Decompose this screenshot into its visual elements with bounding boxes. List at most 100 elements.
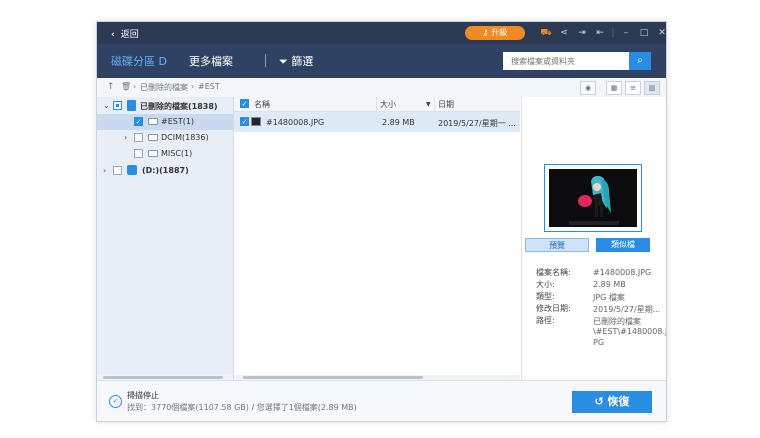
window-controls: ⛟ ⋖ ⇥ ⇤ | – □ ✕ — [537, 26, 666, 40]
tree-checkbox[interactable] — [113, 101, 122, 110]
nav-divider — [265, 54, 266, 67]
tree-label: 已刪除的檔案(1838) — [140, 102, 218, 111]
chevron-left-icon: ‹ — [111, 30, 115, 40]
info-label-name: 檔案名稱: — [536, 268, 571, 277]
tab-disk-partition[interactable]: 磁碟分區 D — [111, 53, 167, 69]
row-name: #1480008.JPG — [266, 118, 325, 127]
info-value-name: #1480008.JPG — [593, 268, 652, 277]
tab-more-files[interactable]: 更多檔案 — [189, 53, 233, 69]
folder-icon — [148, 150, 158, 157]
tree-checkbox[interactable] — [134, 133, 143, 142]
minimize-icon[interactable]: – — [617, 26, 635, 40]
export-icon[interactable]: ⇤ — [591, 26, 609, 40]
status-footer: ✓ 掃描停止 找到：3770個檔案(1107.58 GB) / 您選擇了1個檔案… — [97, 380, 666, 421]
close-icon[interactable]: ✕ — [653, 26, 666, 40]
tree-item-drive-d[interactable]: › (D:)(1887) — [97, 163, 233, 179]
recover-button[interactable]: ↺ 恢復 — [572, 391, 652, 413]
filter-label: 篩選 — [291, 55, 314, 68]
tree-item-dcim[interactable]: › DCIM(1836) — [97, 130, 233, 146]
column-size[interactable]: 大小 — [380, 99, 396, 110]
tree-checkbox[interactable]: ✓ — [134, 117, 143, 126]
info-label-size: 大小: — [536, 280, 555, 289]
tree-item-est[interactable]: ✓ #EST(1) — [97, 114, 233, 130]
info-value-path-2: \#EST\#1480008.J — [593, 327, 667, 336]
list-header: ✓ 名稱 大小 ▼ 日期 — [234, 97, 520, 112]
maximize-icon[interactable]: □ — [635, 26, 653, 40]
select-all-checkbox[interactable]: ✓ — [240, 99, 249, 108]
similar-files-button[interactable]: 類似檔 — [596, 238, 650, 252]
list-scrollbar-thumb[interactable] — [243, 376, 423, 379]
scan-summary: 找到：3770個檔案(1107.58 GB) / 您選擇了1個檔案(2.89 M… — [127, 403, 357, 412]
detail-view-icon[interactable]: ▥ — [644, 81, 660, 95]
folder-icon — [148, 118, 158, 125]
nav-bar: 磁碟分區 D 更多檔案 ⏷ 篩選 ⌕ — [97, 44, 666, 78]
view-switcher: ◉ ▦ ≡ ▥ — [577, 81, 660, 95]
list-view-icon[interactable]: ≡ — [625, 81, 641, 95]
breadcrumb: ↑ 🗑 › 已刪除的檔案 › #EST ◉ ▦ ≡ ▥ — [97, 78, 666, 98]
info-label-path: 路徑: — [536, 316, 555, 325]
tree-label: #EST(1) — [161, 117, 195, 126]
trash-small-icon: 🗑 — [121, 82, 132, 91]
trash-icon — [127, 100, 136, 111]
preview-thumbnail[interactable] — [544, 164, 642, 232]
eye-icon[interactable]: ◉ — [580, 81, 596, 95]
upgrade-label: 升級 — [491, 28, 508, 37]
column-name[interactable]: 名稱 — [254, 99, 270, 110]
scan-status: 掃描停止 — [127, 391, 159, 400]
back-button[interactable]: ‹ 返回 — [111, 27, 139, 40]
row-date: 2019/5/27/星期一 ... — [438, 119, 516, 128]
up-arrow-icon[interactable]: ↑ — [107, 82, 115, 92]
column-divider — [376, 97, 377, 111]
search-icon: ⌕ — [637, 55, 643, 66]
drive-icon — [127, 165, 137, 175]
back-label: 返回 — [120, 30, 139, 40]
info-value-path-1: 已刪除的檔案 — [593, 317, 641, 326]
cart-icon[interactable]: ⛟ — [537, 26, 555, 40]
tree-label: (D:)(1887) — [142, 166, 189, 175]
app-window: ‹ 返回 ⚷ 升級 ⛟ ⋖ ⇥ ⇤ | – □ ✕ 磁碟分區 D 更多檔案 ⏷ 篩… — [96, 21, 667, 422]
column-divider — [434, 97, 435, 111]
info-label-modified: 修改日期: — [536, 304, 571, 313]
breadcrumb-deleted[interactable]: 已刪除的檔案 — [140, 82, 188, 93]
tree-item-misc[interactable]: MISC(1) — [97, 146, 233, 162]
preview-panel: 預覽 類似檔 檔案名稱: #1480008.JPG 大小: 2.89 MB 類型… — [521, 97, 667, 380]
funnel-icon: ⏷ — [279, 55, 288, 68]
tree-scrollbar-thumb[interactable] — [103, 376, 223, 379]
breadcrumb-est[interactable]: #EST — [198, 82, 220, 91]
info-label-type: 類型: — [536, 292, 555, 301]
table-row[interactable]: ✓ #1480008.JPG 2.89 MB 2019/5/27/星期一 ... — [234, 112, 520, 132]
file-list: ✓ 名稱 大小 ▼ 日期 ✓ #1480008.JPG 2.89 MB 2019… — [234, 97, 520, 380]
share-icon[interactable]: ⋖ — [555, 26, 573, 40]
breadcrumb-sep-icon: › — [133, 82, 137, 91]
breadcrumb-sep-icon: › — [191, 82, 195, 91]
login-icon[interactable]: ⇥ — [573, 26, 591, 40]
recover-label: 恢復 — [607, 395, 630, 408]
search-input[interactable] — [503, 52, 629, 70]
key-icon: ⚷ — [482, 28, 489, 37]
search-button[interactable]: ⌕ — [629, 52, 651, 70]
chevron-right-icon[interactable]: › — [124, 133, 127, 142]
title-bar: ‹ 返回 ⚷ 升級 ⛟ ⋖ ⇥ ⇤ | – □ ✕ — [97, 22, 666, 44]
tree-label: DCIM(1836) — [161, 133, 209, 142]
preview-image — [549, 169, 637, 227]
divider: | — [611, 28, 615, 38]
image-file-icon — [251, 117, 261, 126]
grid-view-icon[interactable]: ▦ — [606, 81, 622, 95]
chevron-down-icon[interactable]: ⌄ — [103, 101, 110, 110]
tree-label: MISC(1) — [161, 149, 193, 158]
info-value-type: JPG 檔案 — [593, 293, 625, 302]
column-date[interactable]: 日期 — [438, 99, 454, 110]
tree-item-deleted-files[interactable]: ⌄ 已刪除的檔案(1838) — [97, 98, 233, 114]
info-value-modified: 2019/5/27/星期... — [593, 305, 661, 314]
row-checkbox[interactable]: ✓ — [240, 117, 249, 126]
tree-checkbox[interactable] — [134, 149, 143, 158]
tree-checkbox[interactable] — [113, 166, 122, 175]
filter-button[interactable]: ⏷ 篩選 — [279, 53, 313, 69]
info-value-path-3: PG — [593, 338, 605, 347]
preview-button[interactable]: 預覽 — [525, 238, 589, 252]
sort-down-icon: ▼ — [426, 101, 431, 108]
chevron-right-icon[interactable]: › — [103, 166, 106, 175]
folder-tree: ⌄ 已刪除的檔案(1838) ✓ #EST(1) › DCIM(1836) MI… — [97, 97, 234, 380]
restore-icon: ↺ — [594, 395, 604, 408]
upgrade-button[interactable]: ⚷ 升級 — [465, 26, 525, 40]
